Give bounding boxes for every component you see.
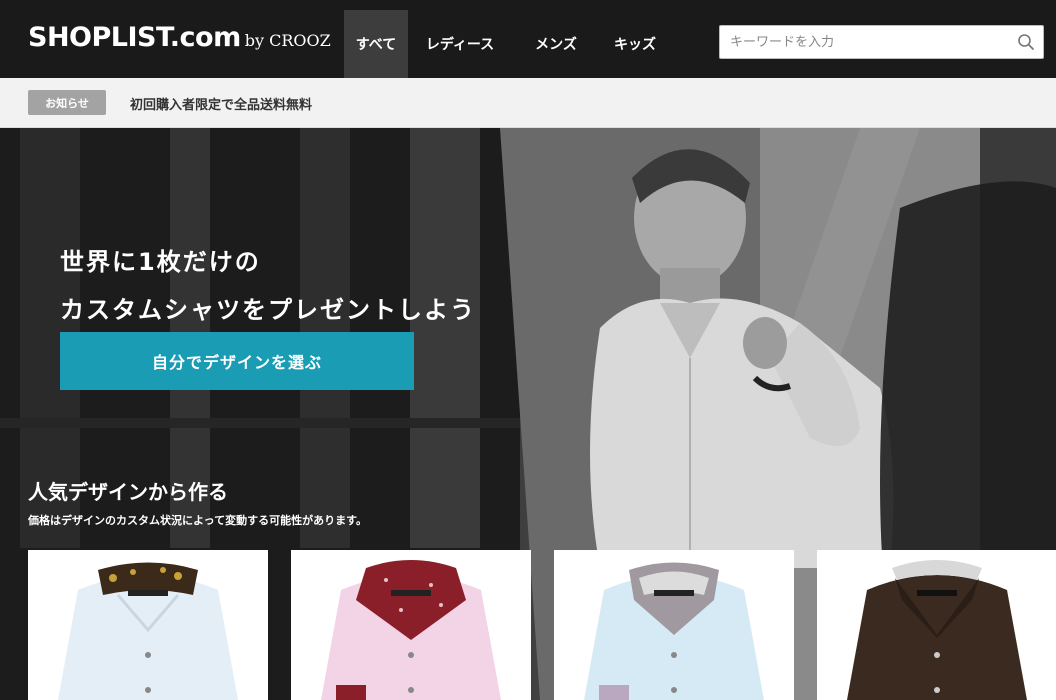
search-input[interactable] [720,26,1010,58]
product-card[interactable] [291,550,531,700]
shirt-image-3 [584,562,764,700]
tab-ladies[interactable]: レディース [408,10,512,78]
hero-banner: 世界に1枚だけの カスタムシャツをプレゼントしよう 自分でデザインを選ぶ 人気デ… [0,128,1056,700]
popular-designs-title: 人気デザインから作る [28,480,228,504]
site-header: SHOPLIST.com by CROOZ すべて レディース メンズ キッズ [0,0,1056,78]
product-card[interactable] [817,550,1056,700]
tab-all[interactable]: すべて [344,10,408,78]
product-list [28,550,1056,700]
popular-designs-subtitle: 価格はデザインのカスタム状況によって変動する可能性があります。 [28,514,368,527]
search-icon [1018,34,1034,50]
logo-sub-text: by CROOZ [244,31,331,50]
product-card[interactable] [554,550,794,700]
tab-kids[interactable]: キッズ [600,10,670,78]
category-nav: すべて レディース メンズ キッズ [344,10,670,78]
logo-main-text: SHOPLIST.com [28,22,241,53]
notice-bar: お知らせ 初回購入者限定で全品送料無料 [0,78,1056,128]
shirt-image-2 [321,560,501,700]
notice-text[interactable]: 初回購入者限定で全品送料無料 [130,94,312,113]
hero-headline-line1: 世界に1枚だけの [60,248,261,276]
shirt-image-1 [58,562,238,700]
hero-headline: 世界に1枚だけの カスタムシャツをプレゼントしよう [60,238,476,334]
site-logo[interactable]: SHOPLIST.com by CROOZ [28,22,331,53]
tab-mens[interactable]: メンズ [512,10,600,78]
hero-headline-line2: カスタムシャツをプレゼントしよう [60,296,476,324]
shirt-image-4 [847,560,1027,700]
design-yourself-button[interactable]: 自分でデザインを選ぶ [60,332,414,390]
notice-badge: お知らせ [28,90,106,115]
search-button[interactable] [1009,26,1043,58]
product-card[interactable] [28,550,268,700]
search-box [719,25,1044,59]
